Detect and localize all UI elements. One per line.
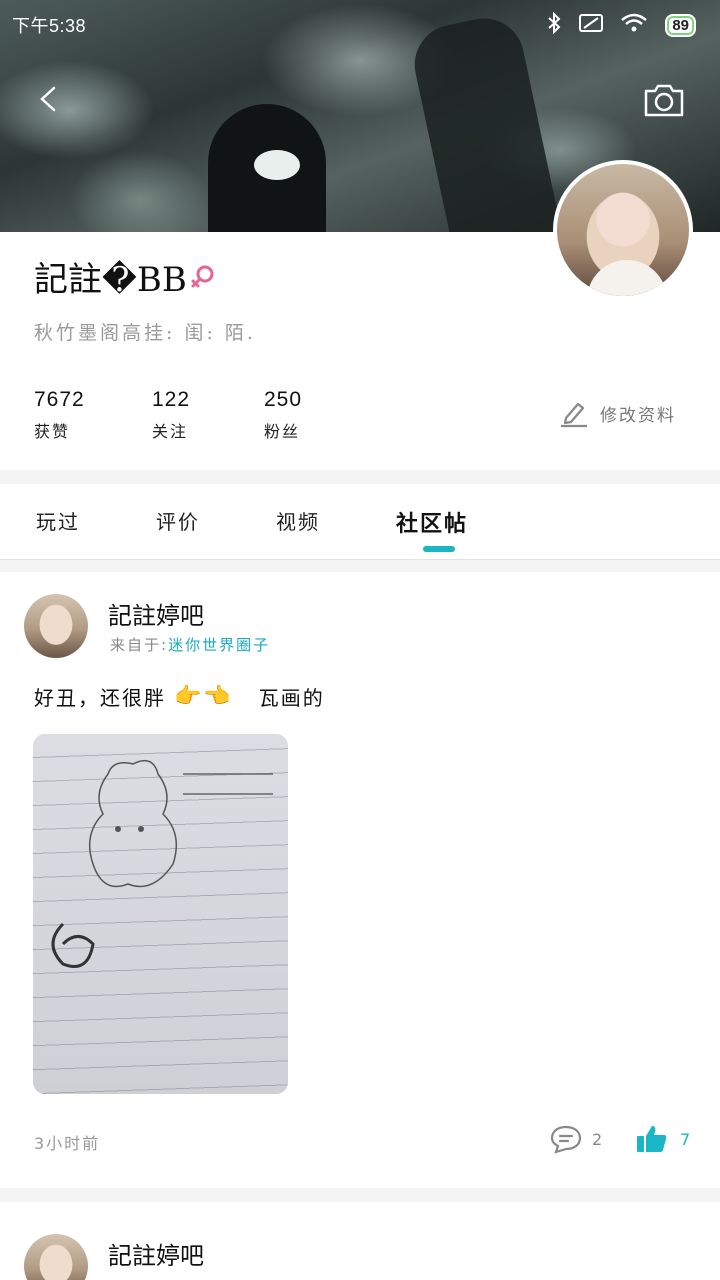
edit-profile-button[interactable]: 修改资料: [560, 398, 676, 428]
status-bar: 下午5:38 89: [0, 0, 720, 50]
status-icons: 89: [547, 11, 696, 39]
profile-tabs: 玩过 评价 视频 社区帖: [0, 484, 720, 560]
post-source-circle-link[interactable]: 迷你世界圈子: [168, 636, 270, 654]
thumbs-up-icon: [637, 1126, 667, 1152]
post-author-avatar[interactable]: [24, 594, 88, 658]
camera-icon: [644, 84, 684, 117]
tab-videos[interactable]: 视频: [276, 506, 320, 535]
chevron-left-icon: [40, 86, 56, 112]
post-author-name[interactable]: 記註婷吧: [108, 596, 204, 631]
tab-community-posts[interactable]: 社区帖: [396, 506, 468, 538]
pointing-hands-icon: 👉👈: [174, 684, 233, 709]
profile-signature: 秋竹墨阁高挂: 闺: 陌.: [34, 322, 256, 344]
profile-avatar[interactable]: [553, 160, 693, 300]
post-text-part-2: 瓦画的: [258, 686, 325, 710]
post-time: 3小时前: [34, 1134, 101, 1153]
stat-followers-label: 粉丝: [264, 422, 301, 441]
like-button[interactable]: 7: [636, 1124, 690, 1154]
post-author-name[interactable]: 記註婷吧: [108, 1236, 204, 1271]
pencil-icon: [561, 402, 587, 428]
wifi-icon: [621, 13, 648, 38]
stat-followers-value: 250: [264, 388, 303, 411]
like-count: 7: [680, 1129, 691, 1149]
back-button[interactable]: [34, 84, 64, 114]
comment-count: 2: [592, 1129, 603, 1149]
post-source-prefix: 来自于:: [110, 636, 169, 654]
stat-following[interactable]: 122 关注: [152, 388, 190, 442]
bluetooth-icon: [547, 11, 561, 39]
change-cover-button[interactable]: [642, 82, 686, 118]
post-image[interactable]: [33, 734, 288, 1094]
profile-name: 記註�BB: [34, 260, 187, 300]
female-gender-icon: [191, 265, 214, 288]
comment-icon: [550, 1125, 582, 1154]
post-text-part-1: 好丑，还很胖: [34, 686, 166, 710]
post-author-avatar[interactable]: [24, 1234, 88, 1280]
edit-profile-label: 修改资料: [600, 405, 676, 426]
stat-followers[interactable]: 250 粉丝: [264, 388, 302, 442]
stat-likes-label: 获赞: [34, 422, 71, 441]
stat-likes-value: 7672: [34, 388, 85, 411]
post-source: 来自于:迷你世界圈子: [110, 634, 270, 655]
stat-likes[interactable]: 7672 获赞: [34, 388, 85, 442]
stat-following-label: 关注: [152, 422, 189, 441]
post-card[interactable]: 記註婷吧 来自于:迷你世界圈子 好丑，还很胖 👉👈 瓦画的 3小时前 2 7: [0, 572, 720, 1188]
stat-following-value: 122: [152, 388, 191, 411]
post-text: 好丑，还很胖 👉👈 瓦画的: [34, 682, 325, 711]
status-time: 下午5:38: [12, 16, 87, 36]
banner-hair-flower: [254, 150, 300, 180]
comment-button[interactable]: 2: [550, 1124, 602, 1154]
drawing-sketch: [51, 759, 273, 968]
post-card[interactable]: 記註婷吧: [0, 1202, 720, 1280]
tab-played[interactable]: 玩过: [36, 506, 80, 535]
tab-reviews[interactable]: 评价: [156, 506, 200, 535]
active-tab-indicator: [423, 546, 455, 552]
battery-indicator: 89: [665, 13, 696, 37]
sim-icon: [579, 13, 604, 38]
